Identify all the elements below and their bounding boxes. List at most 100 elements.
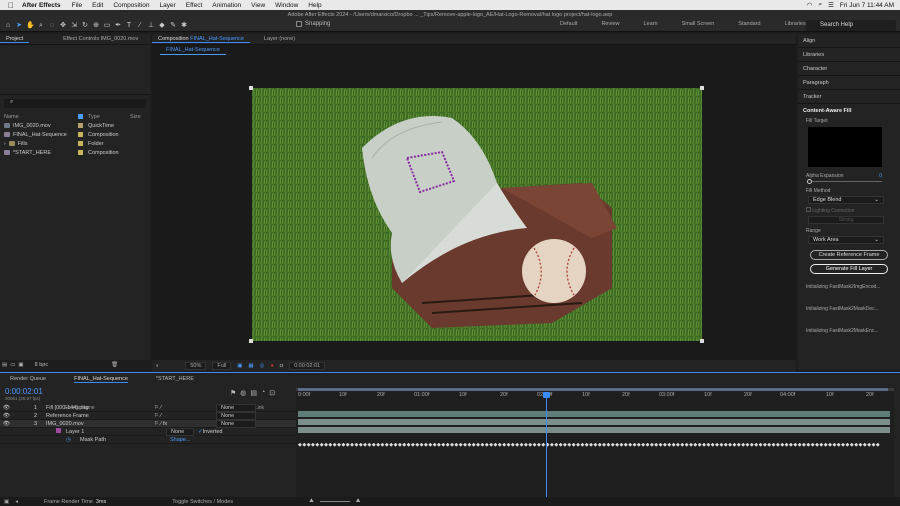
roto-brush-icon[interactable]: ✎: [169, 22, 177, 30]
mask-name[interactable]: Layer 1: [66, 429, 166, 435]
tab-project[interactable]: Project: [0, 36, 30, 43]
panel-content-aware-fill[interactable]: Content-Aware Fill: [798, 104, 900, 118]
frame-handle[interactable]: [249, 86, 253, 90]
panel-tracker[interactable]: Tracker: [798, 90, 900, 104]
clock[interactable]: Fri Jun 7 11:44 AM: [840, 2, 894, 9]
composition-mini-flowchart-icon[interactable]: ▣: [0, 499, 9, 505]
eye-icon[interactable]: 👁: [0, 405, 34, 411]
col-name[interactable]: Name: [0, 114, 78, 120]
shy-icon[interactable]: ◍: [240, 389, 246, 397]
menu-view[interactable]: View: [246, 2, 270, 9]
draft-3d-icon[interactable]: ⚑: [230, 389, 236, 397]
pen-tool-icon[interactable]: ✒: [114, 22, 122, 30]
parent-select[interactable]: None: [216, 403, 256, 412]
workspace-standard[interactable]: Standard: [726, 21, 772, 27]
label-swatch[interactable]: [78, 150, 83, 155]
list-item[interactable]: IMG_0020.mov QuickTime: [0, 121, 150, 130]
interpret-footage-icon[interactable]: ▤: [2, 362, 7, 368]
col-type[interactable]: Type: [88, 114, 130, 120]
frame-handle[interactable]: [700, 339, 704, 343]
sequence-tab[interactable]: FINAL_Hat-Sequence: [160, 46, 226, 55]
parent-select[interactable]: None: [216, 411, 256, 420]
control-center-icon[interactable]: ☰: [828, 1, 834, 9]
tab-final-hat-sequence[interactable]: FINAL_Hat-Sequence: [74, 376, 128, 383]
label-swatch[interactable]: [78, 132, 83, 137]
timeline-timecode[interactable]: 0:00:02:01: [5, 387, 43, 396]
current-time[interactable]: 0:00:02:01: [289, 362, 326, 370]
alpha-slider[interactable]: [807, 179, 882, 184]
wifi-icon[interactable]: ◠: [807, 1, 813, 9]
app-menu[interactable]: After Effects: [22, 2, 67, 9]
snapshot-icon[interactable]: ◘: [280, 363, 283, 369]
trash-icon[interactable]: 🗑: [111, 362, 118, 368]
new-comp-icon[interactable]: ▣: [18, 362, 23, 368]
clone-stamp-icon[interactable]: ⊥: [147, 22, 155, 30]
menu-composition[interactable]: Composition: [108, 2, 154, 9]
motion-blur-icon[interactable]: ◔: [261, 389, 265, 397]
work-area-bar[interactable]: [296, 388, 894, 391]
workspace-default[interactable]: Default: [548, 21, 589, 27]
layer-switches[interactable]: ⚐ ⁄: [154, 413, 216, 419]
workspace-small-screen[interactable]: Small Screen: [670, 21, 727, 27]
toggle-switches-modes[interactable]: Toggle Switches / Modes: [172, 499, 233, 505]
eraser-tool-icon[interactable]: ◆: [158, 22, 166, 30]
region-icon[interactable]: ▣: [237, 363, 242, 369]
pan-behind-icon[interactable]: ⊕: [92, 22, 100, 30]
new-folder-icon[interactable]: ▭: [10, 362, 15, 368]
workspace-review[interactable]: Review: [589, 21, 631, 27]
selection-tool-icon[interactable]: ➤: [15, 22, 23, 30]
rotate-tool-icon[interactable]: ↻: [81, 22, 89, 30]
menu-layer[interactable]: Layer: [154, 2, 180, 9]
tab-effect-controls[interactable]: Effect Controls IMG_0020.mov: [57, 36, 144, 42]
help-search-input[interactable]: Search Help: [806, 20, 896, 31]
layer-switches[interactable]: ⚐ ⁄: [154, 405, 216, 411]
layer-bar[interactable]: [298, 427, 890, 433]
tab-layer[interactable]: Layer (none): [258, 36, 301, 42]
chevron-right-icon[interactable]: ›: [4, 141, 6, 147]
list-item[interactable]: FINAL_Hat-Sequence Composition: [0, 130, 150, 139]
slider-thumb[interactable]: [807, 179, 812, 184]
layer-name[interactable]: Fill [000-144].png: [46, 405, 154, 411]
orbit-tool-icon[interactable]: ◌: [48, 22, 56, 30]
rectangle-tool-icon[interactable]: ▭: [103, 22, 111, 30]
frame-blending-icon[interactable]: ▤: [250, 389, 257, 397]
layer-bar[interactable]: [298, 419, 890, 425]
timeline-zoom-slider[interactable]: [319, 501, 350, 502]
mask-path-row[interactable]: ◷ Mask Path Shape...: [0, 436, 296, 444]
always-preview-icon[interactable]: ◐: [156, 363, 159, 369]
project-search-input[interactable]: ⌕: [4, 99, 146, 108]
brush-tool-icon[interactable]: ⁄: [136, 22, 144, 30]
apple-icon[interactable]: : [0, 1, 22, 10]
mask-mode-select[interactable]: None: [166, 427, 194, 436]
mask-visibility-icon[interactable]: ◎: [260, 363, 265, 369]
layer-switches[interactable]: ⚐ ⁄ fx: [154, 421, 216, 427]
graph-editor-icon[interactable]: ⊡: [269, 389, 275, 397]
grid-icon[interactable]: ▦: [248, 363, 253, 369]
list-item[interactable]: › Fills Folder: [0, 139, 150, 148]
label-swatch[interactable]: [78, 123, 83, 128]
frame-handle[interactable]: [700, 86, 704, 90]
keyframe-track[interactable]: ◆◆◆◆◆◆◆◆◆◆◆◆◆◆◆◆◆◆◆◆◆◆◆◆◆◆◆◆◆◆◆◆◆◆◆◆◆◆◆◆…: [298, 443, 888, 447]
menu-effect[interactable]: Effect: [181, 2, 208, 9]
range-select[interactable]: Work Area ⌄: [808, 236, 884, 244]
move-tool-icon[interactable]: ✥: [59, 22, 67, 30]
render-time-toggle-icon[interactable]: ◂: [15, 499, 18, 505]
mask-row[interactable]: Layer 1 None ✓ Inverted: [0, 427, 296, 436]
eye-icon[interactable]: 👁: [0, 421, 34, 427]
panel-paragraph[interactable]: Paragraph: [798, 76, 900, 90]
workspace-learn[interactable]: Learn: [631, 21, 669, 27]
playhead-handle[interactable]: [543, 392, 550, 398]
mask-color-swatch[interactable]: [0, 428, 61, 435]
type-tool-icon[interactable]: T: [125, 22, 133, 30]
snapping-toggle[interactable]: Snapping: [296, 21, 330, 27]
resolution-select[interactable]: Full: [212, 362, 232, 370]
col-size[interactable]: Size: [130, 114, 142, 120]
menu-window[interactable]: Window: [270, 2, 303, 9]
tab-composition[interactable]: Composition FINAL_Hat-Sequence: [152, 36, 250, 43]
panel-character[interactable]: Character: [798, 62, 900, 76]
current-time-indicator[interactable]: [546, 393, 547, 497]
stopwatch-icon[interactable]: ◷: [0, 437, 80, 443]
composition-frame[interactable]: [252, 88, 702, 341]
lighting-correction-checkbox[interactable]: Lighting Correction: [798, 207, 900, 214]
table-row[interactable]: 👁 3 IMG_0020.mov ⚐ ⁄ fx None: [0, 419, 296, 428]
